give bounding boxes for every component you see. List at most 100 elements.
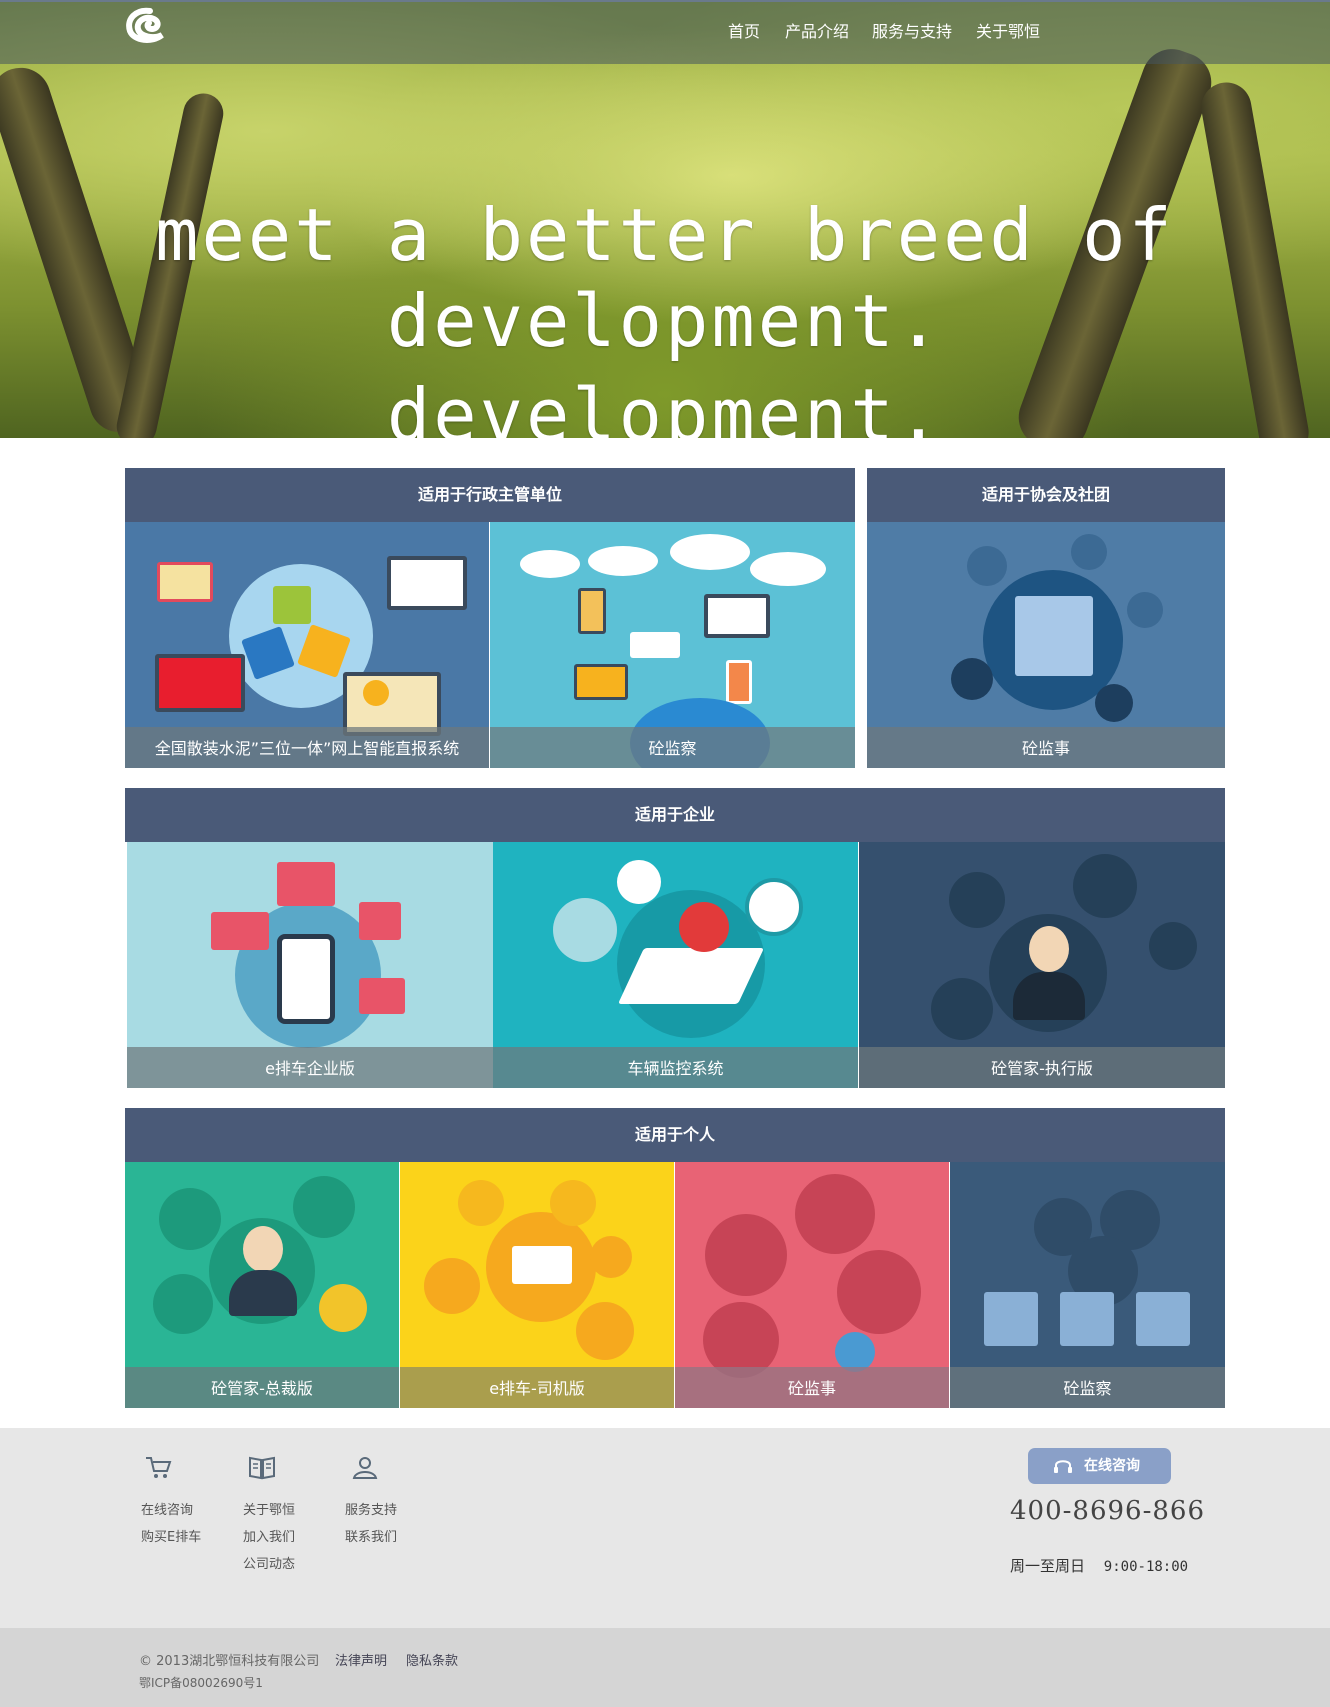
tile-concrete-supervision-personal[interactable]: 砼监察 — [950, 1162, 1225, 1408]
graphic-circle — [590, 1236, 632, 1278]
graphic-phone — [578, 588, 606, 634]
tile-caption: 车辆监控系统 — [493, 1047, 858, 1088]
cloud-graphic — [670, 534, 750, 570]
avatar-graphic — [243, 1226, 283, 1272]
tile-concrete-supervisor-assoc[interactable]: 砼监事 — [867, 522, 1225, 768]
footer-link-contact-us[interactable]: 联系我们 — [345, 1526, 397, 1545]
graphic-phone — [726, 660, 752, 704]
tile-caption: e排车企业版 — [127, 1047, 493, 1088]
graphic-circle — [159, 1188, 221, 1250]
graphic-suit — [1013, 972, 1085, 1020]
graphic-circle — [458, 1180, 504, 1226]
graphic-circle — [1073, 854, 1137, 918]
graphic-bubble — [359, 902, 401, 940]
graphic-plant — [1015, 596, 1093, 676]
cloud-graphic — [520, 550, 580, 578]
graphic-circle — [550, 1180, 596, 1226]
graphic-circle — [153, 1274, 213, 1334]
graphic-phone — [277, 934, 335, 1024]
tile-concrete-manager-ceo[interactable]: 砼管家-总裁版 — [125, 1162, 399, 1408]
graphic-circle — [949, 872, 1005, 928]
nav-about[interactable]: 关于鄂恒 — [976, 18, 1040, 42]
nav-service[interactable]: 服务与支持 — [872, 18, 952, 42]
headset-icon — [1054, 1460, 1072, 1473]
tile-caption: 砼管家-执行版 — [859, 1047, 1225, 1088]
tile-epaiche-enterprise[interactable]: e排车企业版 — [127, 842, 493, 1088]
footer-link-online-consult[interactable]: 在线咨询 — [141, 1499, 193, 1518]
avatar-graphic — [1071, 534, 1107, 570]
graphic-circle — [424, 1258, 480, 1314]
cloud-graphic — [588, 546, 658, 576]
eye-icon — [837, 1250, 921, 1334]
graphic-circle — [1149, 922, 1197, 970]
tile-concrete-manager-exec[interactable]: 砼管家-执行版 — [859, 842, 1225, 1088]
tile-concrete-supervision[interactable]: 砼监察 — [490, 522, 855, 768]
graphic-circle — [553, 898, 617, 962]
section-header-admin: 适用于行政主管单位 — [125, 468, 855, 522]
footer-link-about[interactable]: 关于鄂恒 — [243, 1499, 295, 1518]
tile-caption: 砼监事 — [867, 727, 1225, 768]
section-header-association: 适用于协会及社团 — [867, 468, 1225, 522]
graphic-monitor — [704, 594, 770, 638]
nav-home[interactable]: 首页 — [728, 18, 760, 42]
hero-banner: 首页 产品介绍 服务与支持 关于鄂恒 meet a better breed o… — [0, 0, 1330, 438]
graphic-truck — [512, 1246, 572, 1284]
tile-caption: e排车-司机版 — [400, 1367, 674, 1408]
graphic-circle — [293, 1176, 355, 1238]
graphic-shape — [273, 586, 311, 624]
tile-caption: 砼管家-总裁版 — [125, 1367, 399, 1408]
avatar-graphic — [967, 546, 1007, 586]
e-letter-icon — [576, 1302, 634, 1360]
section-header-personal: 适用于个人 — [125, 1108, 1225, 1162]
cloud-graphic — [750, 552, 826, 586]
user-icon[interactable] — [350, 1452, 380, 1482]
avatar-graphic — [951, 658, 993, 700]
map-pin-icon — [679, 902, 729, 952]
tile-caption: 砼监察 — [490, 727, 855, 768]
copyright-text: © 2013湖北鄂恒科技有限公司 — [139, 1654, 320, 1669]
hours-time: 9:00-18:00 — [1103, 1559, 1189, 1575]
tile-vehicle-monitoring[interactable]: 车辆监控系统 — [493, 842, 858, 1088]
service-hours: 周一至周日 9:00-18:00 — [1010, 1555, 1188, 1576]
graphic-circle — [795, 1174, 875, 1254]
legal-link[interactable]: 法律声明 — [335, 1650, 387, 1669]
icp-number: 鄂ICP备08002690号1 — [139, 1676, 263, 1690]
top-navbar — [0, 0, 1330, 64]
graphic-plant — [984, 1292, 1038, 1346]
hotline-number: 400-8696-866 — [1010, 1496, 1205, 1526]
consult-label: 在线咨询 — [1084, 1458, 1140, 1474]
avatar-graphic — [1095, 684, 1133, 722]
nav-products[interactable]: 产品介绍 — [785, 18, 849, 42]
footer-link-buy-epaiche[interactable]: 购买E排车 — [141, 1526, 201, 1545]
footer-link-service-support[interactable]: 服务支持 — [345, 1499, 397, 1518]
online-consult-button[interactable]: 在线咨询 — [1028, 1448, 1171, 1484]
graphic-monitor — [155, 654, 245, 712]
avatar-graphic — [1127, 592, 1163, 628]
tile-cement-reporting-system[interactable]: 全国散装水泥”三位一体”网上智能直报系统 — [125, 522, 489, 768]
hero-headline-line3: development. — [386, 373, 944, 438]
book-icon[interactable] — [247, 1452, 277, 1482]
graphic-circle — [617, 860, 661, 904]
hero-headline-line1: meet a better breed of — [155, 193, 1175, 277]
hero-headline-line2: development. — [386, 279, 944, 363]
tile-caption: 砼监事 — [675, 1367, 949, 1408]
gauge-icon — [745, 878, 803, 936]
cart-icon[interactable] — [143, 1452, 173, 1482]
graphic-circle — [705, 1214, 787, 1296]
graphic-plant — [1060, 1292, 1114, 1346]
graphic-circle — [835, 1332, 875, 1372]
brand-logo[interactable] — [124, 5, 172, 45]
graphic-monitor — [157, 562, 213, 602]
hours-days: 周一至周日 — [1010, 1557, 1086, 1575]
tile-concrete-supervisor-personal[interactable]: 砼监事 — [675, 1162, 949, 1408]
privacy-link[interactable]: 隐私条款 — [406, 1650, 458, 1669]
footer-link-join-us[interactable]: 加入我们 — [243, 1526, 295, 1545]
graphic-truck — [630, 632, 680, 658]
footer-link-news[interactable]: 公司动态 — [243, 1553, 295, 1572]
tile-caption: 砼监察 — [950, 1367, 1225, 1408]
tile-caption: 全国散装水泥”三位一体”网上智能直报系统 — [125, 727, 489, 768]
tile-epaiche-driver[interactable]: e排车-司机版 — [400, 1162, 674, 1408]
graphic-monitor — [387, 556, 467, 610]
graphic-circle — [931, 978, 993, 1040]
graphic-bubble — [277, 862, 335, 906]
